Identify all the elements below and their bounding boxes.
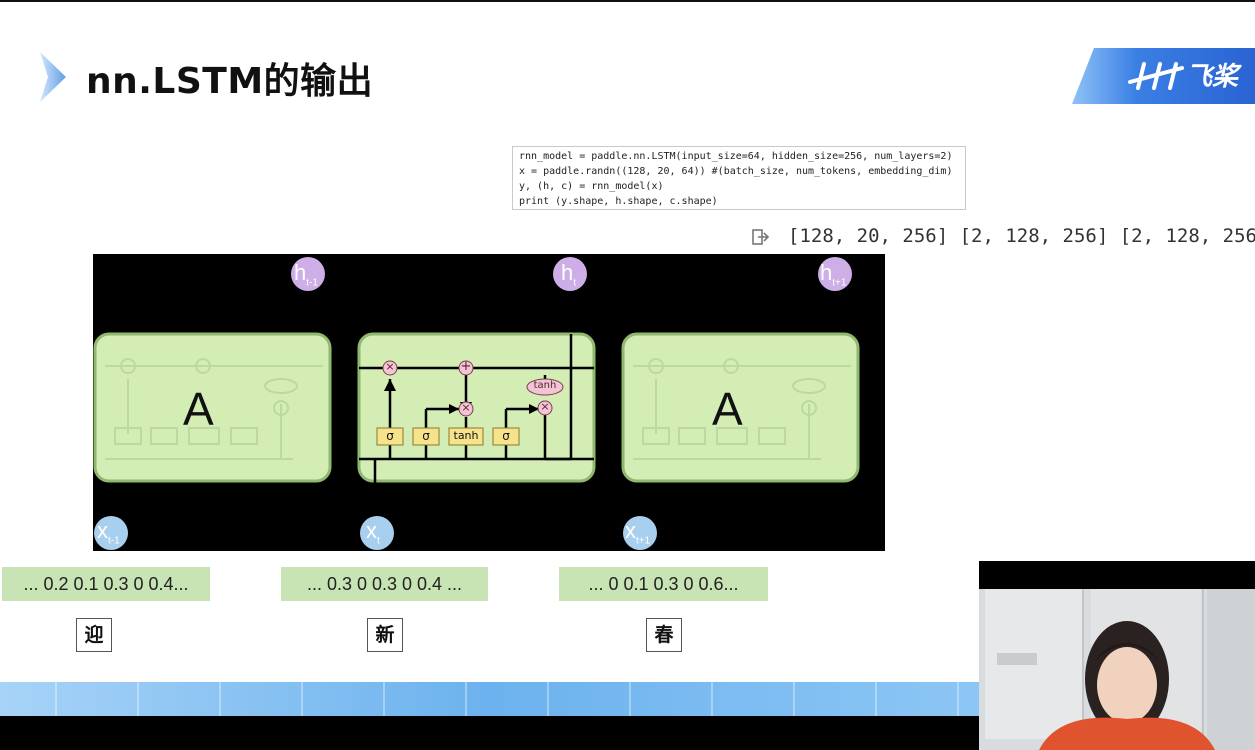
input-label: xt-1: [97, 518, 120, 547]
code-line: print (y.shape, h.shape, c.shape): [519, 196, 718, 207]
paddle-logo-icon: [1128, 62, 1184, 90]
hidden-state-label: ht: [561, 260, 577, 289]
word-token: 春: [646, 618, 682, 652]
code-line: y, (h, c) = rnn_model(x): [519, 181, 664, 192]
word-token: 新: [367, 618, 403, 652]
slide-title: nn.LSTM的输出: [86, 61, 374, 102]
webcam-overlay: [979, 561, 1255, 750]
hidden-state-label: ht-1: [294, 260, 318, 289]
code-line: rnn_model = paddle.nn.LSTM(input_size=64…: [519, 151, 953, 162]
code-output: [128, 20, 256] [2, 128, 256] [2, 128, 25…: [788, 225, 1255, 247]
gate-label: tanh: [453, 429, 479, 442]
embedding-vector: ... 0.2 0.1 0.3 0 0.4...: [2, 567, 210, 601]
decorative-stripe: [0, 682, 980, 716]
embedding-vector: ... 0 0.1 0.3 0 0.6...: [559, 567, 768, 601]
lstm-diagram: A A σ σ tanh σ × + × × tanh ht-1 ht ht+1…: [93, 254, 885, 551]
op-label: ×: [461, 401, 471, 414]
op-label: ×: [540, 400, 550, 413]
gate-label: σ: [502, 429, 510, 443]
input-label: xt: [366, 518, 380, 547]
logo-text: 飞桨: [1186, 62, 1239, 92]
word-token: 迎: [76, 618, 112, 652]
top-border: [0, 0, 1255, 2]
gate-label: σ: [422, 429, 430, 443]
gate-label: σ: [386, 429, 394, 443]
code-line: x = paddle.randn((128, 20, 64)) #(batch_…: [519, 166, 953, 177]
hidden-state-label: ht+1: [820, 260, 847, 289]
input-label: xt+1: [625, 518, 651, 547]
embedding-vector: ... 0.3 0 0.3 0 0.4 ...: [281, 567, 488, 601]
cell-label-next: A: [712, 383, 743, 435]
cell-label-prev: A: [183, 383, 214, 435]
tanh-label: tanh: [533, 380, 557, 391]
title-chevron-icon: [40, 52, 66, 102]
code-cell[interactable]: rnn_model = paddle.nn.LSTM(input_size=64…: [512, 146, 966, 210]
op-label: ×: [385, 360, 395, 373]
op-label: +: [460, 359, 472, 374]
output-icon: [752, 229, 770, 245]
